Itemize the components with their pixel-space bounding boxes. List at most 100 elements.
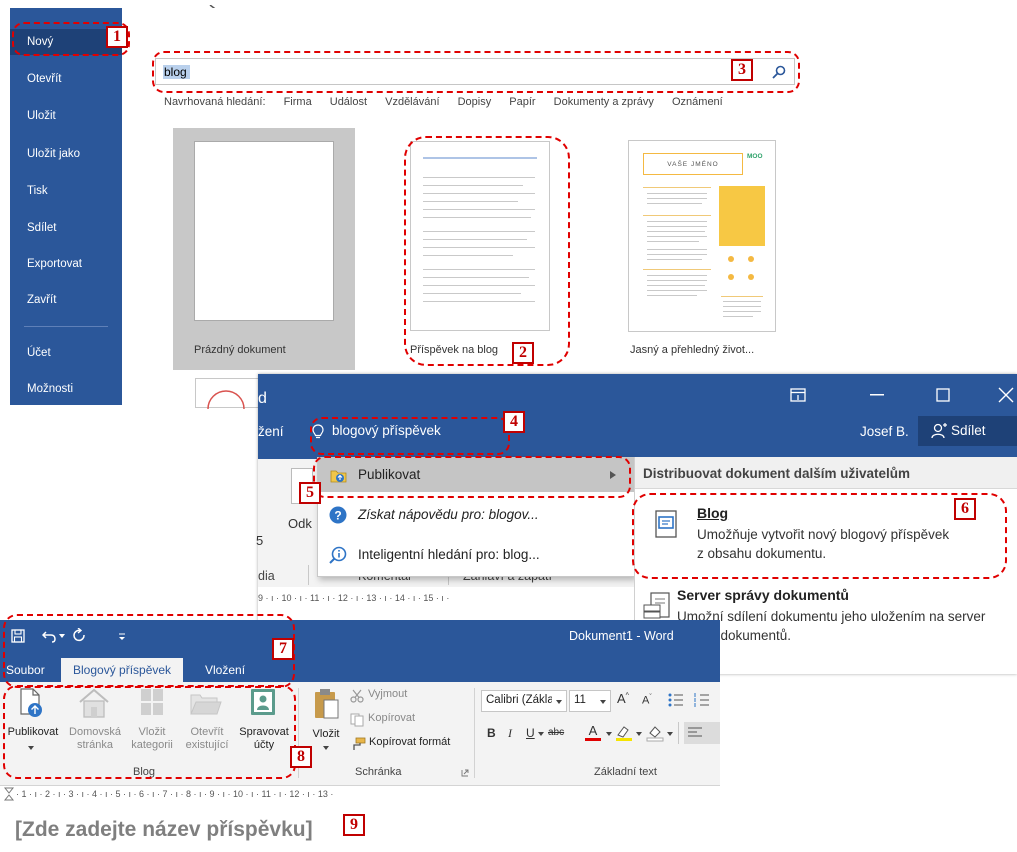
tab-insert[interactable]: Vložení <box>193 658 257 682</box>
shading-dropdown-icon[interactable] <box>667 732 673 736</box>
open-folder-icon <box>190 694 222 715</box>
result-help-label: Získat nápovědu pro: blogov... <box>358 507 539 522</box>
insert-category-button[interactable]: Vložit kategorii <box>124 682 180 762</box>
lightbulb-icon <box>312 424 324 439</box>
home-icon <box>79 688 109 718</box>
result-publish[interactable]: Publikovat <box>318 458 634 492</box>
search-icon[interactable] <box>772 65 786 79</box>
shrink-font-icon[interactable]: Aˇ <box>642 694 652 707</box>
close-icon[interactable] <box>998 387 1014 403</box>
ribbon-tabs: Soubor Blogový příspěvek Vložení <box>0 652 720 682</box>
maximize-icon[interactable] <box>936 388 950 402</box>
ribbon-group-fragment: dia <box>258 569 275 583</box>
undo-icon[interactable] <box>42 629 56 643</box>
suggested-link-vzdelavani[interactable]: Vzdělávání <box>385 96 439 108</box>
open-existing-button[interactable]: Otevřít existující <box>178 682 236 762</box>
resume-thumbnail[interactable]: VAŠE JMÉNO MOO <box>628 140 776 332</box>
suggested-link-dokumenty[interactable]: Dokumenty a zprávy <box>554 96 654 108</box>
font-name-value: Calibri (Základ <box>486 694 552 706</box>
category-icon <box>141 689 163 715</box>
suggested-link-oznameni[interactable]: Oznámení <box>672 96 723 108</box>
sidebar-item-print[interactable]: Tisk <box>10 178 122 204</box>
tab-fragment[interactable]: žení <box>258 424 284 439</box>
suggested-link-dopisy[interactable]: Dopisy <box>458 96 492 108</box>
paste-dropdown-icon[interactable] <box>323 746 329 750</box>
sidebar-item-account[interactable]: Účet <box>10 340 122 366</box>
blog-ribbon-panel: Dokument1 - Word Soubor Blogový příspěve… <box>0 620 720 801</box>
template-label: Prázdný dokument <box>194 344 286 356</box>
submenu-header: Distribuovat dokument dalším uživatelům <box>635 457 1017 489</box>
tab-file[interactable]: Soubor <box>0 658 57 682</box>
customize-qat-icon[interactable] <box>118 631 126 641</box>
result-help[interactable]: ? Získat nápovědu pro: blogov... <box>318 498 634 532</box>
ruler: 9 · ı · 10 · ı · 11 · ı · 12 · ı · 13 · … <box>258 593 450 603</box>
clipboard-launcher-icon[interactable] <box>461 769 469 777</box>
minimize-icon[interactable] <box>870 394 884 396</box>
sidebar-item-save[interactable]: Uložit <box>10 103 122 129</box>
template-resume-label: Jasný a přehledný život... <box>630 344 755 356</box>
backstage-sidebar: Nový Otevřít Uložit Uložit jako Tisk Sdí… <box>10 8 122 405</box>
sidebar-item-close[interactable]: Zavřít <box>10 287 122 313</box>
result-publish-label: Publikovat <box>358 467 421 482</box>
tell-me-box[interactable]: blogový příspěvek <box>312 416 522 446</box>
highlight-dropdown-icon[interactable] <box>636 732 642 736</box>
grow-font-icon[interactable]: A^ <box>617 691 629 706</box>
indent-marker-icon[interactable] <box>2 787 16 801</box>
title-fragment: d <box>258 390 267 407</box>
underline-icon[interactable]: U <box>526 726 535 740</box>
font-size-select[interactable]: 11 <box>569 690 611 712</box>
publish-button[interactable]: Publikovat <box>0 682 70 762</box>
post-title-placeholder[interactable]: [Zde zadejte název příspěvku] <box>15 818 313 842</box>
sidebar-item-export[interactable]: Exportovat <box>10 251 122 277</box>
tab-blog-post[interactable]: Blogový příspěvek <box>61 658 184 682</box>
strikethrough-icon[interactable]: abc <box>548 727 564 738</box>
smart-lookup-icon <box>329 546 347 564</box>
blog-group-name: Blog <box>133 766 156 778</box>
sidebar-item-open[interactable]: Otevřít <box>10 66 122 92</box>
bullets-icon[interactable] <box>668 693 684 707</box>
sidebar-item-options[interactable]: Možnosti <box>10 376 122 402</box>
template-search-box[interactable] <box>155 58 795 85</box>
resume-name: VAŠE JMÉNO <box>643 153 743 175</box>
bold-icon[interactable]: B <box>487 726 496 740</box>
align-left-icon <box>688 727 702 737</box>
underline-dropdown-icon[interactable] <box>538 732 544 736</box>
moo-logo: MOO <box>747 153 763 160</box>
font-name-select[interactable]: Calibri (Základ <box>481 690 567 712</box>
submenu-blog-title: Blog <box>697 505 729 521</box>
suggested-link-udalost[interactable]: Událost <box>330 96 367 108</box>
align-left-button[interactable] <box>684 722 720 744</box>
publish-icon <box>330 470 347 483</box>
undo-dropdown-icon[interactable] <box>59 634 65 638</box>
redo-icon[interactable] <box>72 628 86 643</box>
italic-icon[interactable]: I <box>508 726 512 741</box>
home-page-button[interactable]: Domovská stránka <box>66 682 124 762</box>
manage-accounts-button[interactable]: Spravovat účty <box>234 682 294 762</box>
suggested-label: Navrhovaná hledání: <box>164 96 266 108</box>
highlight-icon[interactable] <box>615 724 633 742</box>
numbering-icon[interactable] <box>694 693 710 707</box>
font-color-dropdown-icon[interactable] <box>606 732 612 736</box>
template-search-input[interactable] <box>156 59 756 84</box>
template-partial-tile[interactable] <box>195 378 265 428</box>
paste-icon <box>315 689 339 719</box>
save-icon[interactable] <box>11 629 25 643</box>
ribbon-display-options-icon[interactable] <box>790 388 806 402</box>
font-color-icon[interactable]: A <box>585 724 601 741</box>
publish-dropdown-icon[interactable] <box>28 746 34 750</box>
publish-label: Publikovat <box>7 726 59 738</box>
annotation-label-3: 3 <box>731 59 753 81</box>
suggested-link-papir[interactable]: Papír <box>509 96 535 108</box>
user-name[interactable]: Josef B. <box>860 424 909 439</box>
template-blank-tile[interactable]: Prázdný dokument <box>173 128 355 370</box>
sidebar-item-save-as[interactable]: Uložit jako <box>10 141 122 167</box>
blog-post-thumbnail[interactable] <box>410 141 550 331</box>
shading-icon[interactable] <box>646 724 664 742</box>
format-painter-icon <box>353 737 366 750</box>
sidebar-divider <box>24 326 108 327</box>
sidebar-item-share[interactable]: Sdílet <box>10 215 122 241</box>
suggested-link-firma[interactable]: Firma <box>284 96 312 108</box>
share-button[interactable]: Sdílet <box>918 416 1017 446</box>
result-smart-lookup[interactable]: Inteligentní hledání pro: blog... <box>318 538 634 572</box>
horizontal-ruler: · 1 · ı · 2 · ı · 3 · ı · 4 · ı · 5 · ı … <box>0 787 720 801</box>
